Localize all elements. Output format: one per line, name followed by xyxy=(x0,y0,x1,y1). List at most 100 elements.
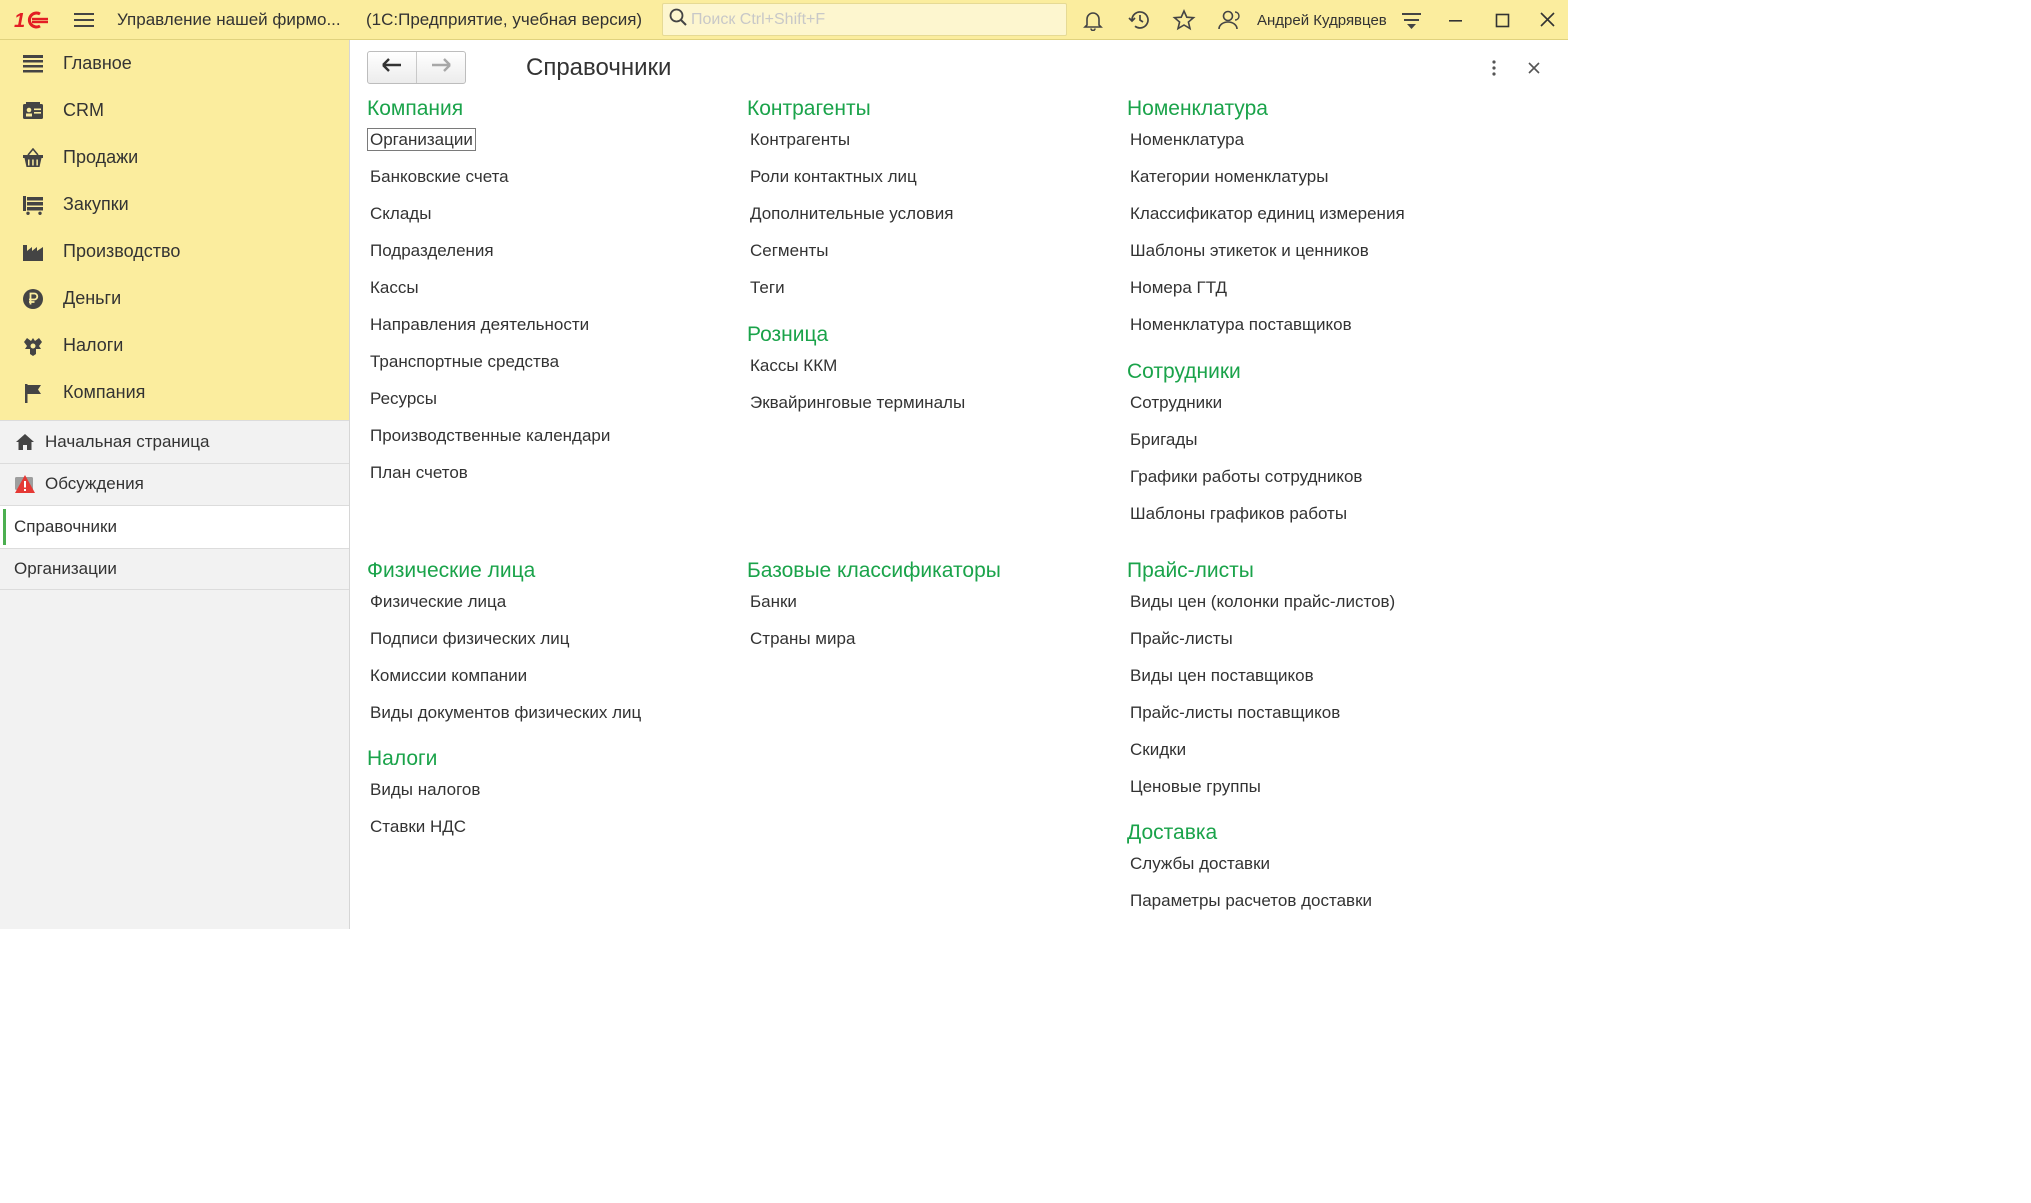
catalog-link[interactable]: Физические лица xyxy=(367,586,641,623)
catalog-link[interactable]: Производственные календари xyxy=(367,420,610,457)
group-title[interactable]: Розница xyxy=(747,320,965,350)
catalog-link[interactable]: Кассы ККМ xyxy=(747,350,965,387)
basket-icon xyxy=(22,147,44,169)
open-window-home[interactable]: Начальная страница xyxy=(0,420,349,463)
section-label: Главное xyxy=(63,53,132,73)
catalog-link[interactable]: Шаблоны графиков работы xyxy=(1127,498,1362,535)
catalog-link[interactable]: Банковские счета xyxy=(367,161,610,198)
home-icon xyxy=(14,431,36,453)
catalog-link[interactable]: Прайс-листы поставщиков xyxy=(1127,697,1395,734)
open-window-catalogs[interactable]: Справочники xyxy=(0,505,349,548)
section-label: CRM xyxy=(63,100,104,120)
crm-card-icon xyxy=(22,100,44,122)
section-taxes[interactable]: Налоги xyxy=(0,322,349,369)
arrow-left-icon xyxy=(381,57,403,78)
catalog-link[interactable]: Скидки xyxy=(1127,734,1395,771)
catalog-link[interactable]: Комиссии компании xyxy=(367,660,641,697)
user-name[interactable]: Андрей Кудрявцев xyxy=(1257,0,1387,40)
group-title[interactable]: Базовые классификаторы xyxy=(747,556,1001,586)
catalog-link[interactable]: План счетов xyxy=(367,457,610,494)
section-sales[interactable]: Продажи xyxy=(0,134,349,181)
user-icon[interactable] xyxy=(1216,0,1242,40)
catalog-link[interactable]: Сотрудники xyxy=(1127,387,1362,424)
section-label: Деньги xyxy=(63,288,122,308)
section-main[interactable]: Главное xyxy=(0,40,349,87)
catalog-link[interactable]: Номенклатура xyxy=(1127,124,1405,161)
catalog-link[interactable]: Виды налогов xyxy=(367,774,480,811)
catalog-link[interactable]: Виды документов физических лиц xyxy=(367,697,641,734)
group-title[interactable]: Номенклатура xyxy=(1127,94,1405,124)
catalog-link[interactable]: Графики работы сотрудников xyxy=(1127,461,1362,498)
catalog-link[interactable]: Службы доставки xyxy=(1127,848,1372,885)
section-production[interactable]: Производство xyxy=(0,228,349,275)
catalog-link[interactable]: Виды цен поставщиков xyxy=(1127,660,1395,697)
catalog-link[interactable]: Эквайринговые терминалы xyxy=(747,387,965,424)
star-icon[interactable] xyxy=(1172,0,1196,40)
catalog-link[interactable]: Подписи физических лиц xyxy=(367,623,641,660)
group-title[interactable]: Контрагенты xyxy=(747,94,953,124)
section-money[interactable]: Деньги xyxy=(0,275,349,322)
catalog-link[interactable]: Прайс-листы xyxy=(1127,623,1395,660)
catalog-link[interactable]: Склады xyxy=(367,198,610,235)
sidebar: Главное CRM Продажи Закупки Производство xyxy=(0,40,350,929)
catalog-link[interactable]: Категории номенклатуры xyxy=(1127,161,1405,198)
minimize-icon[interactable] xyxy=(1446,0,1466,40)
catalog-link[interactable]: Дополнительные условия xyxy=(747,198,953,235)
group-title[interactable]: Сотрудники xyxy=(1127,357,1362,387)
app-subtitle: (1С:Предприятие, учебная версия) xyxy=(366,10,643,29)
section-label: Продажи xyxy=(63,147,139,167)
history-icon[interactable] xyxy=(1127,0,1151,40)
group-delivery: Доставка Службы доставки Параметры расче… xyxy=(1127,818,1372,922)
catalog-link[interactable]: Направления деятельности xyxy=(367,309,610,346)
group-title[interactable]: Прайс-листы xyxy=(1127,556,1395,586)
catalog-link[interactable]: Банки xyxy=(747,586,1001,623)
catalog-link[interactable]: Параметры расчетов доставки xyxy=(1127,885,1372,922)
catalog-link[interactable]: Роли контактных лиц xyxy=(747,161,953,198)
forward-button[interactable] xyxy=(417,52,466,83)
group-nomenclature: Номенклатура Номенклатура Категории номе… xyxy=(1127,94,1405,346)
catalog-link[interactable]: Бригады xyxy=(1127,424,1362,461)
catalog-link[interactable]: Контрагенты xyxy=(747,124,953,161)
group-title[interactable]: Налоги xyxy=(367,744,480,774)
section-label: Производство xyxy=(63,241,181,261)
settings-menu-icon[interactable] xyxy=(1401,0,1423,40)
catalog-link[interactable]: Шаблоны этикеток и ценников xyxy=(1127,235,1405,272)
open-window-organizations[interactable]: Организации xyxy=(0,547,349,590)
catalog-link[interactable]: Виды цен (колонки прайс-листов) xyxy=(1127,586,1395,623)
hamburger-menu-icon[interactable] xyxy=(74,0,98,40)
bell-icon[interactable] xyxy=(1082,0,1104,40)
flag-icon xyxy=(22,382,44,404)
catalog-link[interactable]: Номера ГТД xyxy=(1127,272,1405,309)
catalog-link[interactable]: Ценовые группы xyxy=(1127,771,1395,808)
catalog-link[interactable]: Организации xyxy=(367,124,610,161)
more-menu-icon[interactable] xyxy=(1484,56,1504,80)
catalog-link[interactable]: Транспортные средства xyxy=(367,346,610,383)
group-title[interactable]: Доставка xyxy=(1127,818,1372,848)
group-title[interactable]: Физические лица xyxy=(367,556,641,586)
back-button[interactable] xyxy=(368,52,417,83)
section-purchases[interactable]: Закупки xyxy=(0,181,349,228)
search-input[interactable]: Поиск Ctrl+Shift+F xyxy=(691,11,825,29)
group-counterparties: Контрагенты Контрагенты Роли контактных … xyxy=(747,94,953,309)
section-crm[interactable]: CRM xyxy=(0,87,349,134)
catalog-link[interactable]: Кассы xyxy=(367,272,610,309)
maximize-icon[interactable] xyxy=(1493,0,1513,40)
svg-text:1: 1 xyxy=(14,10,25,31)
catalog-link[interactable]: Теги xyxy=(747,272,953,309)
catalog-link[interactable]: Ресурсы xyxy=(367,383,610,420)
catalog-link[interactable]: Сегменты xyxy=(747,235,953,272)
catalog-link[interactable]: Страны мира xyxy=(747,623,1001,660)
group-retail: Розница Кассы ККМ Эквайринговые терминал… xyxy=(747,320,965,424)
factory-icon xyxy=(22,241,44,263)
group-title[interactable]: Компания xyxy=(367,94,610,124)
close-icon[interactable] xyxy=(1538,0,1558,40)
section-company[interactable]: Компания xyxy=(0,369,349,416)
catalog-link[interactable]: Ставки НДС xyxy=(367,811,480,848)
close-form-icon[interactable] xyxy=(1523,56,1545,80)
open-window-discussions[interactable]: Обсуждения xyxy=(0,462,349,506)
search-box[interactable]: Поиск Ctrl+Shift+F xyxy=(662,3,1067,36)
catalog-link[interactable]: Подразделения xyxy=(367,235,610,272)
catalog-link[interactable]: Номенклатура поставщиков xyxy=(1127,309,1405,346)
catalog-link[interactable]: Классификатор единиц измерения xyxy=(1127,198,1405,235)
logo-1c-icon[interactable]: 1 xyxy=(14,0,60,40)
